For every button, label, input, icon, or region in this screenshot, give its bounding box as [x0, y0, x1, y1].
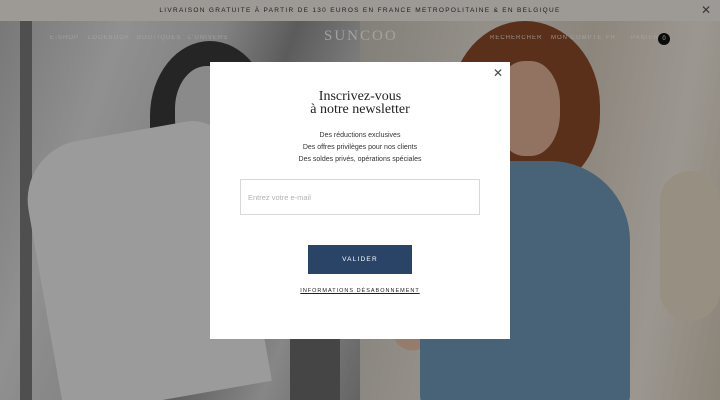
modal-title: Inscrivez-vous à notre newsletter [210, 90, 510, 117]
benefit-item: Des réductions exclusives [319, 132, 401, 139]
email-field[interactable] [240, 179, 480, 215]
benefit-item: Des offres privilèges pour nos clients [302, 144, 418, 151]
benefit-item: Des soldes privés, opérations spéciales [298, 156, 422, 163]
unsubscribe-info-link[interactable]: INFORMATIONS DÉSABONNEMENT [210, 288, 510, 294]
modal-title-line2: à notre newsletter [310, 102, 410, 117]
close-icon[interactable]: ✕ [493, 67, 503, 79]
submit-button[interactable]: VALIDER [308, 245, 412, 274]
newsletter-modal: ✕ Inscrivez-vous à notre newsletter Des … [210, 62, 510, 339]
